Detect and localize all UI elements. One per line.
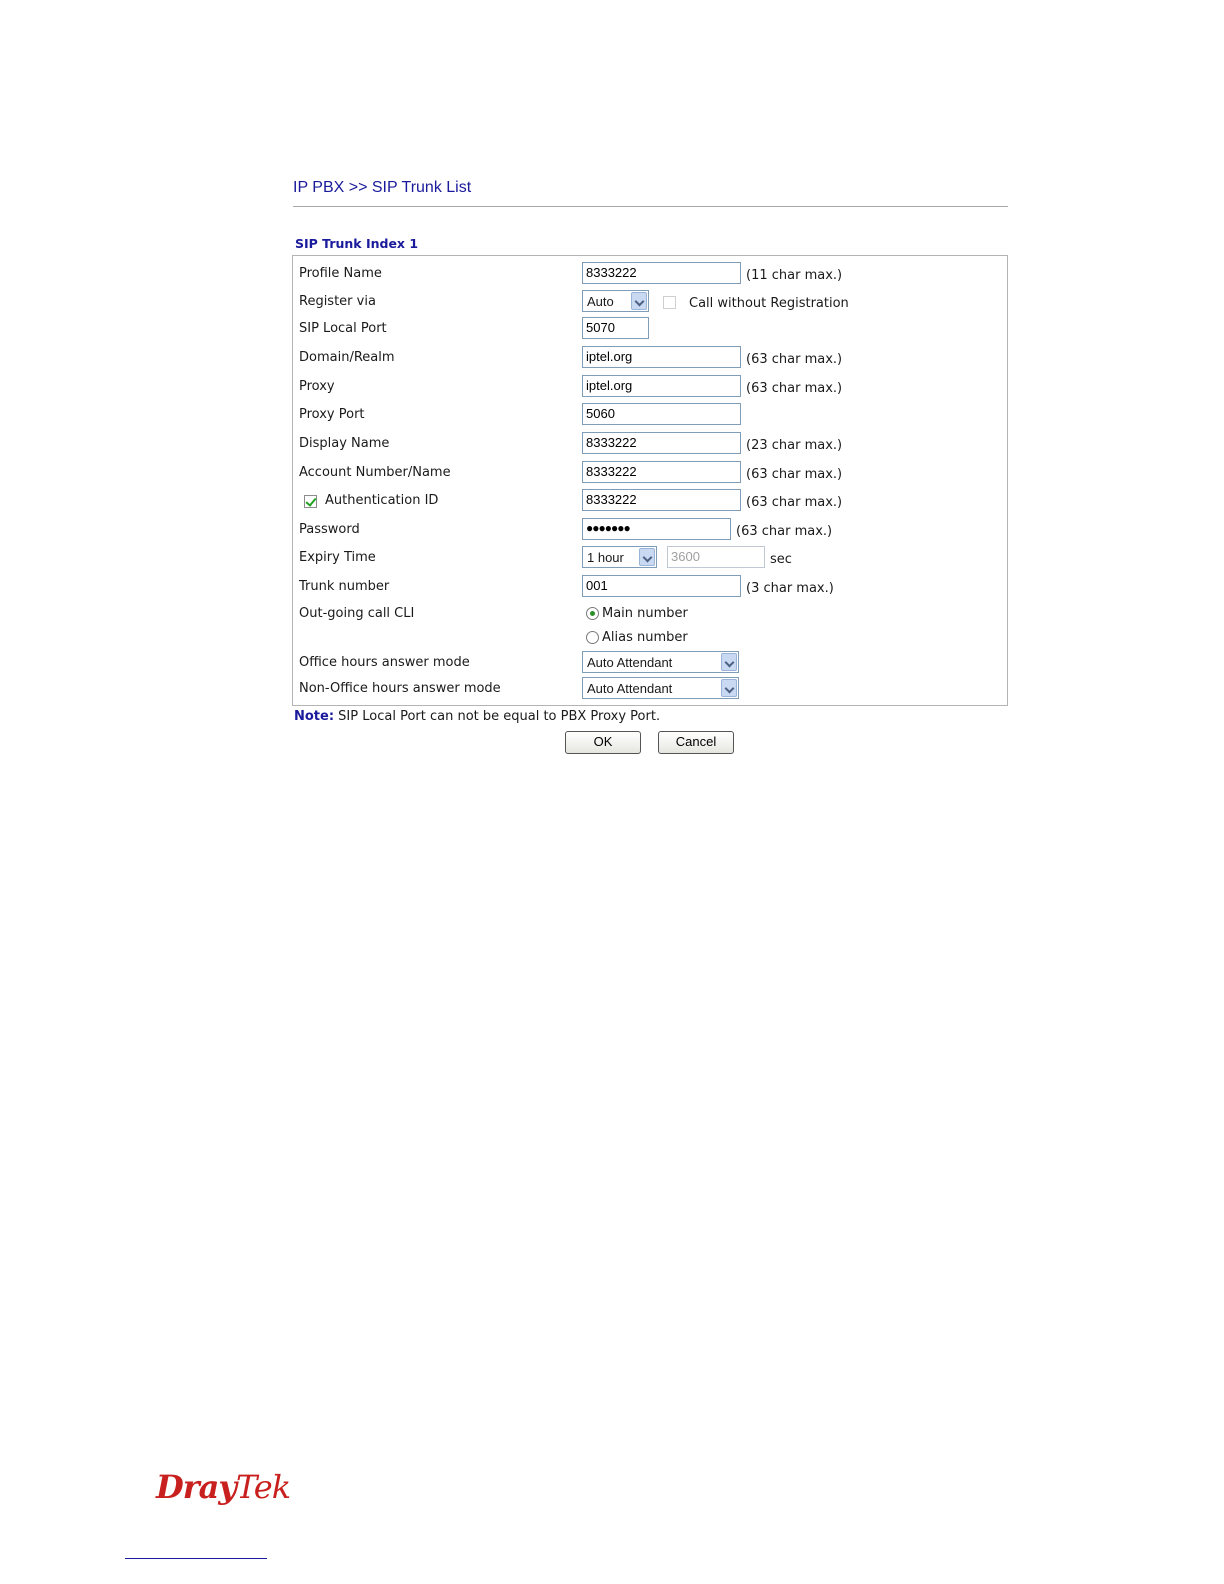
proxy-port-row: Proxy Port 5060 bbox=[293, 403, 1007, 429]
main-number-label: Main number bbox=[602, 606, 688, 621]
authentication-id-row: Authentication ID 8333222 (63 char max.) bbox=[293, 489, 1007, 515]
proxy-port-input[interactable]: 5060 bbox=[582, 403, 741, 425]
domain-realm-row: Domain/Realm iptel.org (63 char max.) bbox=[293, 346, 1007, 372]
call-without-registration-label: Call without Registration bbox=[689, 296, 849, 311]
note: Note: SIP Local Port can not be equal to… bbox=[294, 709, 660, 724]
sip-local-port-label: SIP Local Port bbox=[299, 321, 387, 336]
draytek-logo: DrayTek bbox=[156, 1468, 291, 1506]
sip-local-port-input[interactable]: 5070 bbox=[582, 317, 649, 339]
profile-name-input[interactable]: 8333222 bbox=[582, 262, 741, 284]
register-via-select[interactable]: Auto bbox=[582, 290, 649, 312]
display-name-row: Display Name 8333222 (23 char max.) bbox=[293, 432, 1007, 458]
profile-name-row: Profile Name 8333222 (11 char max.) bbox=[293, 262, 1007, 288]
account-number-hint: (63 char max.) bbox=[746, 467, 843, 482]
chevron-down-icon bbox=[721, 679, 737, 697]
domain-realm-hint: (63 char max.) bbox=[746, 352, 843, 367]
expiry-time-label: Expiry Time bbox=[299, 550, 376, 565]
proxy-port-label: Proxy Port bbox=[299, 407, 365, 422]
title-divider bbox=[293, 206, 1008, 207]
chevron-down-icon bbox=[721, 653, 737, 671]
outgoing-cli-label: Out-going call CLI bbox=[299, 606, 415, 621]
expiry-time-select[interactable]: 1 hour bbox=[582, 546, 657, 568]
proxy-row: Proxy iptel.org (63 char max.) bbox=[293, 375, 1007, 401]
register-via-label: Register via bbox=[299, 294, 376, 309]
proxy-input[interactable]: iptel.org bbox=[582, 375, 741, 397]
cancel-button[interactable]: Cancel bbox=[658, 731, 734, 754]
trunk-number-label: Trunk number bbox=[299, 579, 390, 594]
expiry-seconds-unit: sec bbox=[770, 552, 792, 567]
authentication-id-checkbox[interactable] bbox=[304, 495, 317, 508]
profile-name-label: Profile Name bbox=[299, 266, 382, 281]
profile-name-hint: (11 char max.) bbox=[746, 268, 843, 283]
display-name-label: Display Name bbox=[299, 436, 390, 451]
authentication-id-input[interactable]: 8333222 bbox=[582, 489, 741, 511]
authentication-id-hint: (63 char max.) bbox=[746, 495, 843, 510]
trunk-number-row: Trunk number 001 (3 char max.) bbox=[293, 575, 1007, 601]
non-office-hours-select[interactable]: Auto Attendant bbox=[582, 677, 739, 699]
register-via-row: Register via Auto Call without Registrat… bbox=[293, 290, 1007, 316]
sip-local-port-row: SIP Local Port 5070 bbox=[293, 317, 1007, 343]
note-text: SIP Local Port can not be equal to PBX P… bbox=[334, 709, 661, 724]
password-hint: (63 char max.) bbox=[736, 524, 833, 539]
account-number-label: Account Number/Name bbox=[299, 465, 451, 480]
outgoing-cli-row: Out-going call CLI Main number Alias num… bbox=[293, 602, 1007, 652]
proxy-hint: (63 char max.) bbox=[746, 381, 843, 396]
alias-number-radio[interactable] bbox=[586, 631, 599, 644]
call-without-registration-checkbox[interactable] bbox=[663, 296, 676, 309]
account-number-input[interactable]: 8333222 bbox=[582, 461, 741, 483]
section-title: SIP Trunk Index 1 bbox=[295, 236, 419, 251]
logo-tek: Tek bbox=[235, 1468, 291, 1506]
authentication-id-label: Authentication ID bbox=[325, 493, 439, 508]
note-prefix: Note: bbox=[294, 709, 335, 724]
ok-button[interactable]: OK bbox=[565, 731, 641, 754]
proxy-label: Proxy bbox=[299, 379, 335, 394]
expiry-seconds-input: 3600 bbox=[667, 546, 765, 568]
trunk-number-hint: (3 char max.) bbox=[746, 581, 834, 596]
display-name-input[interactable]: 8333222 bbox=[582, 432, 741, 454]
password-input[interactable]: ●●●●●●● bbox=[582, 518, 731, 540]
non-office-hours-row: Non-Office hours answer mode Auto Attend… bbox=[293, 677, 1007, 703]
account-number-row: Account Number/Name 8333222 (63 char max… bbox=[293, 461, 1007, 487]
office-hours-value: Auto Attendant bbox=[587, 655, 673, 670]
office-hours-label: Office hours answer mode bbox=[299, 655, 470, 670]
office-hours-select[interactable]: Auto Attendant bbox=[582, 651, 739, 673]
domain-realm-label: Domain/Realm bbox=[299, 350, 395, 365]
expiry-time-value: 1 hour bbox=[587, 550, 624, 565]
office-hours-row: Office hours answer mode Auto Attendant bbox=[293, 651, 1007, 677]
register-via-value: Auto bbox=[587, 294, 614, 309]
non-office-hours-value: Auto Attendant bbox=[587, 681, 673, 696]
footer-divider bbox=[125, 1558, 267, 1559]
non-office-hours-label: Non-Office hours answer mode bbox=[299, 681, 501, 696]
logo-dray: Dray bbox=[156, 1468, 237, 1506]
domain-realm-input[interactable]: iptel.org bbox=[582, 346, 741, 368]
display-name-hint: (23 char max.) bbox=[746, 438, 843, 453]
chevron-down-icon bbox=[631, 292, 647, 310]
chevron-down-icon bbox=[639, 548, 655, 566]
password-label: Password bbox=[299, 522, 360, 537]
main-number-radio[interactable] bbox=[586, 607, 599, 620]
sip-trunk-form: Profile Name 8333222 (11 char max.) Regi… bbox=[292, 255, 1008, 706]
alias-number-label: Alias number bbox=[602, 630, 688, 645]
page-title: IP PBX >> SIP Trunk List bbox=[293, 179, 472, 196]
expiry-time-row: Expiry Time 1 hour 3600 sec bbox=[293, 546, 1007, 572]
password-row: Password ●●●●●●● (63 char max.) bbox=[293, 518, 1007, 544]
trunk-number-input[interactable]: 001 bbox=[582, 575, 741, 597]
